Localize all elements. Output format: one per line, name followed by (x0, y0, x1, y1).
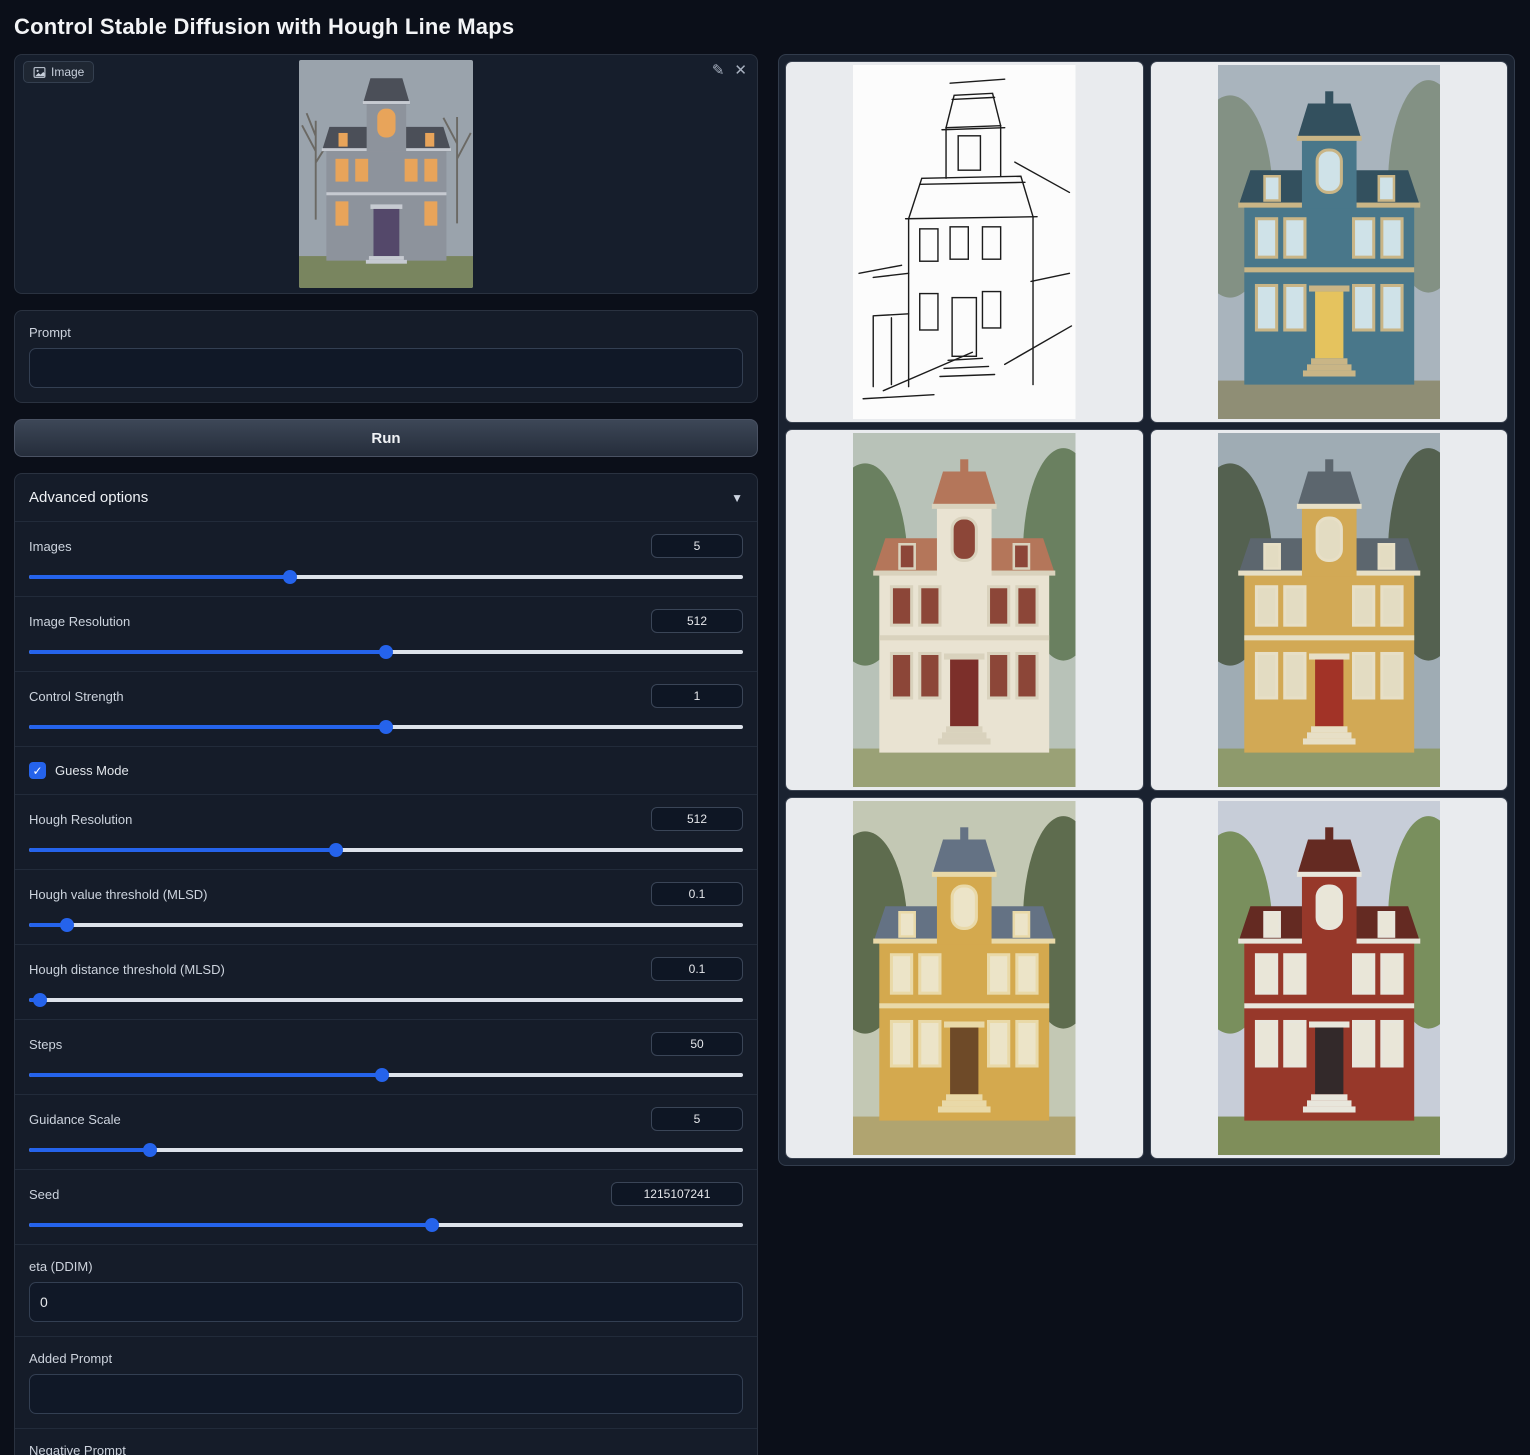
image-input-block[interactable]: Image ✎ ✕ (14, 54, 758, 294)
gallery-item-output-2[interactable] (785, 429, 1144, 791)
added-prompt-input[interactable] (29, 1374, 743, 1414)
slider-control-strength-value[interactable] (651, 684, 743, 708)
image-input-label-text: Image (51, 65, 84, 79)
slider-hough-value-threshold-value[interactable] (651, 882, 743, 906)
slider-seed-handle[interactable] (425, 1218, 439, 1232)
slider-guidance-scale-track[interactable] (29, 1143, 743, 1157)
edit-icon[interactable]: ✎ (712, 63, 725, 78)
advanced-options-header[interactable]: Advanced options ▼ (15, 474, 757, 521)
slider-guidance-scale-label: Guidance Scale (29, 1112, 121, 1127)
gallery-item-hough-map[interactable] (785, 61, 1144, 423)
slider-hough-distance-threshold-handle[interactable] (33, 993, 47, 1007)
prompt-label: Prompt (29, 325, 743, 340)
guess-mode-row: ✓ Guess Mode (15, 746, 757, 794)
controls-column: Image ✎ ✕ Prompt Run Advanced options ▼ (14, 54, 758, 1455)
slider-hough-value-threshold-track[interactable] (29, 918, 743, 932)
slider-guidance-scale: Guidance Scale (15, 1094, 757, 1169)
slider-image-resolution-value[interactable] (651, 609, 743, 633)
output-column (778, 54, 1515, 1166)
slider-images-label: Images (29, 539, 72, 554)
slider-steps-handle[interactable] (375, 1068, 389, 1082)
advanced-options-title: Advanced options (29, 489, 148, 506)
slider-hough-resolution-label: Hough Resolution (29, 812, 132, 827)
slider-steps: Steps (15, 1019, 757, 1094)
guess-mode-label: Guess Mode (55, 763, 129, 778)
prompt-block: Prompt (14, 310, 758, 403)
slider-hough-resolution-handle[interactable] (329, 843, 343, 857)
eta-label: eta (DDIM) (29, 1259, 743, 1274)
slider-hough-value-threshold-handle[interactable] (60, 918, 74, 932)
slider-image-resolution-track[interactable] (29, 645, 743, 659)
slider-steps-label: Steps (29, 1037, 62, 1052)
generated-house-image-5 (1218, 801, 1441, 1155)
eta-input[interactable] (29, 1282, 743, 1322)
slider-hough-value-threshold-label: Hough value threshold (MLSD) (29, 887, 207, 902)
gallery-item-output-3[interactable] (1150, 429, 1509, 791)
slider-images-track[interactable] (29, 570, 743, 584)
slider-image-resolution-handle[interactable] (379, 645, 393, 659)
slider-guidance-scale-handle[interactable] (143, 1143, 157, 1157)
negative-prompt-label: Negative Prompt (29, 1443, 743, 1455)
slider-seed: Seed (15, 1169, 757, 1244)
slider-hough-distance-threshold-label: Hough distance threshold (MLSD) (29, 962, 225, 977)
generated-house-image-1 (1218, 65, 1441, 419)
hough-line-map-image (853, 65, 1076, 419)
slider-seed-value[interactable] (611, 1182, 743, 1206)
input-image[interactable] (299, 60, 474, 288)
slider-seed-track[interactable] (29, 1218, 743, 1232)
eta-group: eta (DDIM) (15, 1244, 757, 1336)
slider-control-strength-track[interactable] (29, 720, 743, 734)
slider-seed-label: Seed (29, 1187, 59, 1202)
gallery-item-output-4[interactable] (785, 797, 1144, 1159)
slider-images: Images (15, 521, 757, 596)
slider-guidance-scale-value[interactable] (651, 1107, 743, 1131)
image-icon (33, 66, 46, 79)
slider-control-strength-handle[interactable] (379, 720, 393, 734)
output-gallery (778, 54, 1515, 1166)
slider-control-strength-label: Control Strength (29, 689, 124, 704)
guess-mode-checkbox[interactable]: ✓ (29, 762, 46, 779)
generated-house-image-2 (853, 433, 1076, 787)
prompt-input[interactable] (29, 348, 743, 388)
slider-image-resolution: Image Resolution (15, 596, 757, 671)
slider-hough-distance-threshold-value[interactable] (651, 957, 743, 981)
slider-steps-track[interactable] (29, 1068, 743, 1082)
slider-images-value[interactable] (651, 534, 743, 558)
slider-image-resolution-label: Image Resolution (29, 614, 130, 629)
image-input-label: Image (23, 61, 94, 83)
slider-hough-resolution: Hough Resolution (15, 794, 757, 869)
slider-hough-distance-threshold: Hough distance threshold (MLSD) (15, 944, 757, 1019)
added-prompt-group: Added Prompt (15, 1336, 757, 1428)
advanced-options-panel: Advanced options ▼ Images (14, 473, 758, 1455)
gallery-item-output-1[interactable] (1150, 61, 1509, 423)
app-root: Control Stable Diffusion with Hough Line… (0, 0, 1530, 1455)
slider-hough-resolution-value[interactable] (651, 807, 743, 831)
slider-hough-value-threshold: Hough value threshold (MLSD) (15, 869, 757, 944)
run-button[interactable]: Run (14, 419, 758, 457)
slider-steps-value[interactable] (651, 1032, 743, 1056)
slider-images-handle[interactable] (283, 570, 297, 584)
added-prompt-label: Added Prompt (29, 1351, 743, 1366)
negative-prompt-group: Negative Prompt (15, 1428, 757, 1455)
slider-control-strength: Control Strength (15, 671, 757, 746)
page-title: Control Stable Diffusion with Hough Line… (14, 14, 1515, 40)
generated-house-image-4 (853, 801, 1076, 1155)
generated-house-image-3 (1218, 433, 1441, 787)
slider-hough-distance-threshold-track[interactable] (29, 993, 743, 1007)
close-icon[interactable]: ✕ (734, 63, 747, 78)
chevron-down-icon: ▼ (731, 491, 743, 505)
slider-hough-resolution-track[interactable] (29, 843, 743, 857)
gallery-item-output-5[interactable] (1150, 797, 1509, 1159)
